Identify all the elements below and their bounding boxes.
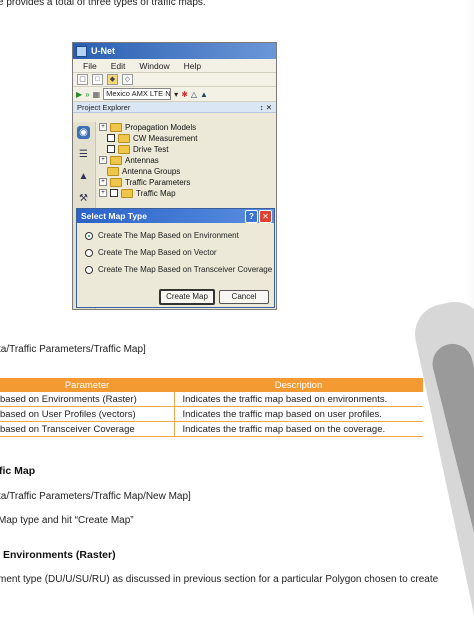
- table-cell-description: Indicates the traffic map based on the c…: [174, 421, 423, 437]
- option-vector[interactable]: Create The Map Based on Vector: [85, 248, 217, 257]
- tree-label: Traffic Map: [136, 188, 176, 198]
- tree-label: Antennas: [125, 155, 159, 165]
- settings-icon[interactable]: ◆: [107, 74, 118, 85]
- checkbox[interactable]: [107, 145, 115, 153]
- folder-icon: [110, 177, 122, 187]
- folder-icon: [121, 188, 133, 198]
- close-icon[interactable]: ✕: [259, 210, 272, 223]
- table-cell-description: Indicates the traffic map based on user …: [174, 406, 423, 422]
- expand-icon[interactable]: +: [99, 178, 107, 186]
- folder-icon: [118, 144, 130, 154]
- project-explorer-title: Project Explorer: [77, 102, 131, 112]
- tree-item[interactable]: Antenna Groups: [107, 166, 180, 176]
- dialog-title: Select Map Type: [81, 211, 147, 221]
- option-label: Create The Map Based on Vector: [98, 248, 217, 257]
- subsection-heading: Environments (Raster): [3, 549, 116, 561]
- radio-button[interactable]: [85, 248, 93, 257]
- layers-icon[interactable]: ☰: [77, 148, 90, 161]
- menu-path: ta/Traffic Parameters/Traffic Map]: [0, 344, 146, 355]
- toolbar-run: ▶ » ▦ Mexico AMX LTE N ▾ ✱ △ ▲: [73, 87, 276, 102]
- new-file-icon[interactable]: ▢: [77, 74, 88, 85]
- window-titlebar: U-Net: [73, 43, 276, 59]
- save-icon[interactable]: ◇: [122, 74, 133, 85]
- table-cell-parameter: based on Transceiver Coverage: [0, 421, 175, 437]
- tree-item[interactable]: Drive Test: [107, 144, 168, 154]
- dialog-titlebar: Select Map Type ? ✕: [77, 209, 274, 223]
- tree-item[interactable]: + Propagation Models: [99, 122, 196, 132]
- menu-window[interactable]: Window: [139, 61, 169, 71]
- unet-screenshot: U-Net File Edit Window Help ▢ □ ◆ ◇ ▶ » …: [72, 42, 277, 310]
- instruction-line: Map type and hit “Create Map”: [0, 515, 134, 526]
- folder-icon: [110, 122, 122, 132]
- folder-icon: [118, 133, 130, 143]
- folder-icon: [107, 166, 119, 176]
- tree-label: CW Measurement: [133, 133, 198, 143]
- option-transceiver[interactable]: Create The Map Based on Transceiver Cove…: [85, 265, 272, 274]
- table-cell-parameter: based on User Profiles (vectors): [0, 406, 175, 422]
- expand-icon[interactable]: +: [99, 189, 107, 197]
- table-cell-description: Indicates the traffic map based on envir…: [174, 392, 423, 407]
- antenna-icon[interactable]: △: [191, 90, 197, 99]
- cancel-button[interactable]: Cancel: [219, 290, 269, 304]
- table-row: based on User Profiles (vectors) Indicat…: [0, 406, 423, 422]
- tree-label: Propagation Models: [125, 122, 197, 132]
- option-label: Create The Map Based on Environment: [98, 231, 239, 240]
- menu-edit[interactable]: Edit: [111, 61, 126, 71]
- new-map-path: ta/Traffic Parameters/Traffic Map/New Ma…: [0, 491, 191, 502]
- tree-label: Antenna Groups: [122, 166, 181, 176]
- table-header-parameter: Parameter: [0, 378, 174, 392]
- page-edge-shading: [466, 0, 474, 330]
- app-icon: [76, 45, 87, 57]
- menu-help[interactable]: Help: [184, 61, 201, 71]
- checkbox[interactable]: [110, 189, 118, 197]
- play-icon[interactable]: ▶: [76, 90, 82, 99]
- checkbox[interactable]: [107, 134, 115, 142]
- expand-icon[interactable]: +: [99, 156, 107, 164]
- table-header-row: Parameter Description: [0, 378, 423, 392]
- table-header-description: Description: [174, 378, 423, 392]
- expand-icon[interactable]: +: [99, 123, 107, 131]
- project-explorer-header: Project Explorer ↕ ✕: [73, 102, 276, 113]
- radio-button[interactable]: [85, 231, 93, 240]
- fast-forward-icon[interactable]: »: [85, 90, 89, 99]
- tree-label: Drive Test: [133, 144, 169, 154]
- body-line: ment type (DU/U/SU/RU) as discussed in p…: [0, 574, 439, 585]
- toolbar-file: ▢ □ ◆ ◇: [73, 73, 276, 87]
- option-label: Create The Map Based on Transceiver Cove…: [98, 265, 273, 274]
- tools-icon[interactable]: ⚒: [77, 192, 90, 205]
- gear-icon[interactable]: ✱: [181, 90, 188, 99]
- panel-controls[interactable]: ↕ ✕: [260, 103, 272, 112]
- open-icon[interactable]: □: [92, 74, 103, 85]
- tree-item[interactable]: CW Measurement: [107, 133, 197, 143]
- select-map-type-dialog: Select Map Type ? ✕ Create The Map Based…: [76, 208, 275, 308]
- chevron-down-icon[interactable]: ▾: [174, 90, 178, 99]
- tree-item[interactable]: + Antennas: [99, 155, 159, 165]
- parameter-table: Parameter Description based on Environme…: [0, 378, 423, 437]
- network-combo[interactable]: Mexico AMX LTE N: [103, 88, 172, 100]
- radio-button[interactable]: [85, 265, 93, 274]
- menu-file[interactable]: File: [83, 61, 97, 71]
- tree-item[interactable]: + Traffic Map: [99, 188, 176, 198]
- section-heading: fic Map: [0, 465, 36, 477]
- table-row: based on Environments (Raster) Indicates…: [0, 392, 423, 407]
- table-row: based on Transceiver Coverage Indicates …: [0, 421, 423, 437]
- transmitter-icon[interactable]: ▲: [200, 90, 208, 99]
- folder-icon: [110, 155, 122, 165]
- intro-line: e provides a total of three types of tra…: [0, 0, 206, 8]
- grid-icon[interactable]: ▦: [93, 90, 101, 99]
- create-map-button[interactable]: Create Map: [159, 289, 215, 305]
- menu-bar: File Edit Window Help: [73, 59, 276, 73]
- option-environment[interactable]: Create The Map Based on Environment: [85, 231, 239, 240]
- tower-icon[interactable]: ▲: [77, 170, 90, 183]
- globe-icon[interactable]: ◉: [77, 126, 90, 139]
- table-cell-parameter: based on Environments (Raster): [0, 392, 175, 407]
- tree-item[interactable]: + Traffic Parameters: [99, 177, 190, 187]
- help-icon[interactable]: ?: [245, 210, 258, 223]
- tree-label: Traffic Parameters: [125, 177, 191, 187]
- window-title: U-Net: [91, 46, 115, 56]
